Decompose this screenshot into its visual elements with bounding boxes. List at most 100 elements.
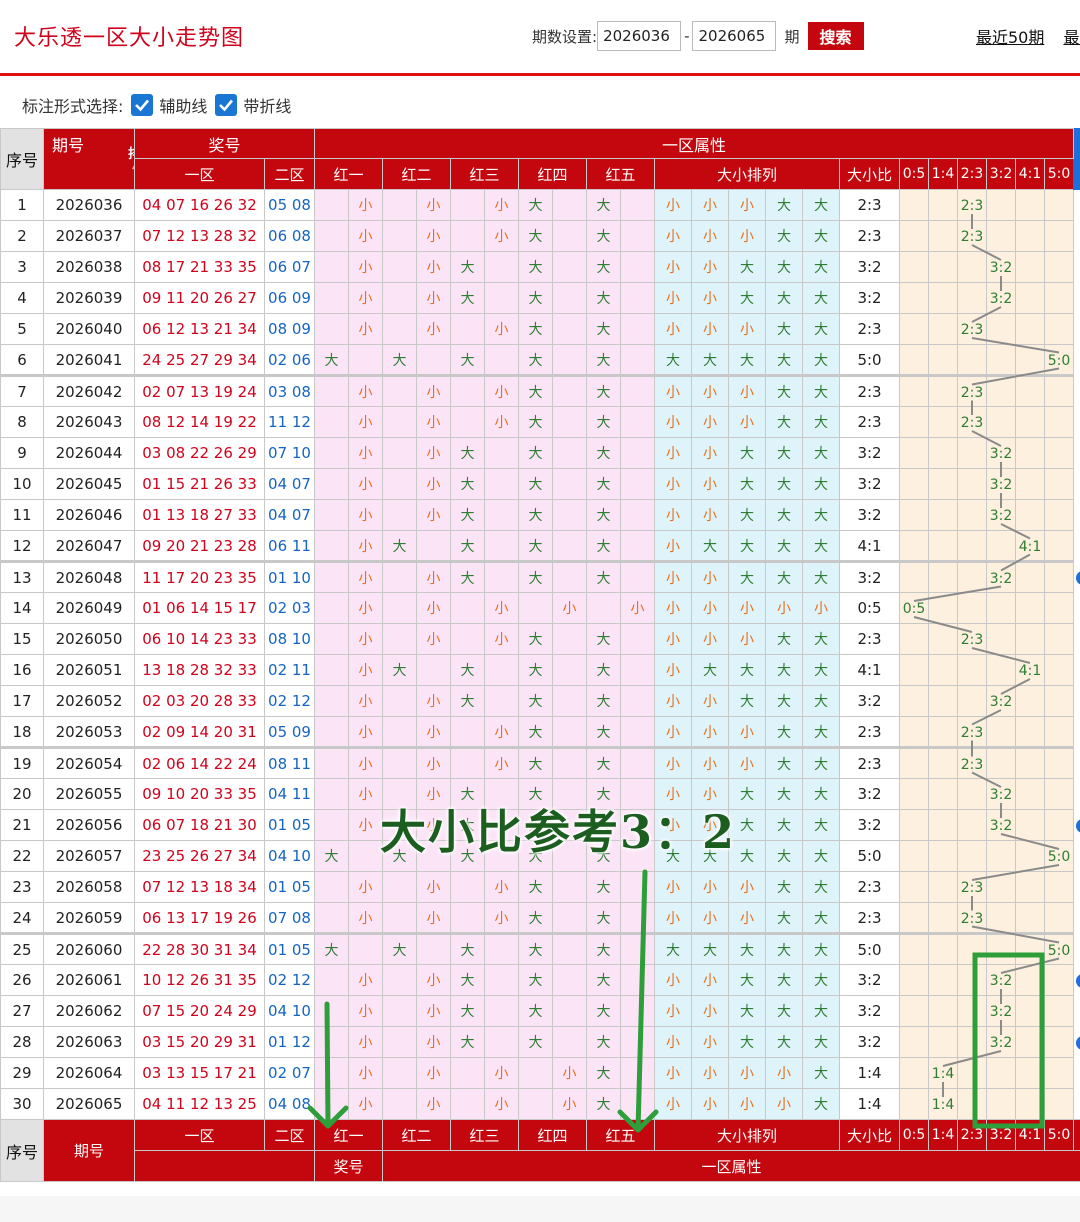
fold-line-label[interactable]: 带折线 (243, 93, 291, 117)
red-4-blank (552, 685, 588, 717)
red-3-small: 小 (484, 871, 520, 903)
red-1-small: 小 (348, 778, 384, 810)
arrange-cell: 小 (691, 251, 730, 283)
ratio-cell (899, 840, 930, 872)
row-zone1: 02 03 20 28 33 (134, 685, 265, 717)
red-3-blank (484, 251, 520, 283)
red-3-small: 小 (484, 747, 520, 779)
ratio-cell (957, 778, 988, 810)
arrange-cell: 小 (691, 282, 730, 314)
row-issue: 2026041 (43, 344, 135, 377)
row-zone2: 08 11 (263, 747, 316, 779)
table-row: 8 2026043 08 12 14 19 22 11 12 小小小大大小小小大大 2:3… (0, 406, 1080, 438)
recent-50-link[interactable]: 最近50期 (976, 28, 1044, 47)
attr-header: 一区属性 (314, 128, 1075, 159)
annotation-text: 大小比参考3：2 (380, 805, 737, 859)
table-row: 30 2026065 04 11 12 13 25 04 08 小小小小大小小小小大 1:… (0, 1088, 1080, 1120)
arrange-cell: 小 (654, 313, 693, 345)
red-3-small: 小 (484, 313, 520, 345)
red-3-blank (450, 716, 486, 749)
serial-header: 序号 (0, 128, 44, 190)
red-1-big: 大 (314, 933, 350, 965)
start-period-input[interactable] (597, 21, 682, 51)
checkbox-checked-icon[interactable] (215, 94, 238, 116)
row-ratio: 3:2 (839, 499, 901, 531)
red-4-big: 大 (518, 995, 554, 1027)
red-4-blank (552, 499, 588, 531)
aux-line-label[interactable]: 辅助线 (159, 93, 207, 117)
arrange-cell: 大 (765, 716, 804, 749)
red-5-big: 大 (586, 1088, 622, 1120)
row-ratio: 1:4 (839, 1057, 901, 1089)
arrange-cell: 大 (765, 654, 804, 686)
ratio-cell (899, 561, 930, 593)
red-1-small: 小 (348, 561, 384, 593)
red-2-blank (382, 220, 418, 252)
row-ratio: 3:2 (839, 561, 901, 593)
arrange-cell: 大 (765, 964, 804, 996)
row-zone2: 02 07 (263, 1057, 316, 1089)
arrange-cell: 大 (765, 530, 804, 563)
row-serial: 24 (0, 902, 44, 935)
ratio-cell (1044, 406, 1075, 438)
row-serial: 21 (0, 809, 44, 841)
ratio-marker: 3:2 (986, 995, 1017, 1027)
arrange-cell: 大 (802, 1057, 841, 1089)
red-3-small: 小 (484, 375, 520, 407)
ratio-cell (1015, 995, 1046, 1027)
red-3-blank (450, 871, 486, 903)
end-period-input[interactable] (692, 21, 777, 51)
ratio-marker: 3:2 (986, 251, 1017, 283)
red-1-small: 小 (348, 406, 384, 438)
ratio-cell (899, 406, 930, 438)
row-ratio: 5:0 (839, 344, 901, 377)
arrange-cell: 大 (802, 282, 841, 314)
row-zone1: 01 06 14 15 17 (134, 592, 265, 624)
foot-edge (1073, 1119, 1080, 1151)
arrange-cell: 小 (691, 468, 730, 500)
ratio-cell (1044, 1057, 1075, 1089)
row-zone1: 02 06 14 22 24 (134, 747, 265, 779)
row-ratio: 3:2 (839, 685, 901, 717)
arrange-cell: 小 (765, 1057, 804, 1089)
ratio-cell (928, 964, 959, 996)
ratio-col-header: 1:4 (928, 158, 959, 190)
red-3-blank (484, 1026, 520, 1058)
red-5-blank (620, 933, 656, 965)
recent-more-link[interactable]: 最近 (1063, 28, 1080, 47)
foot-ratio-col: 2:3 (957, 1119, 988, 1151)
row-zone2: 11 12 (263, 406, 316, 438)
red-3-blank (484, 654, 520, 686)
edge-cell (1073, 251, 1080, 283)
ratio-cell (1044, 189, 1075, 221)
table-row: 28 2026063 03 15 20 29 31 01 12 小小大大大小小大大大 3:… (0, 1026, 1080, 1058)
red-5-big: 大 (586, 1057, 622, 1089)
ratio-cell (899, 1026, 930, 1058)
arrange-cell: 小 (654, 902, 693, 935)
row-serial: 3 (0, 251, 44, 283)
arrange-cell: 小 (654, 685, 693, 717)
ratio-cell (899, 654, 930, 686)
ratio-header: 大小比 (839, 158, 901, 190)
red-2-blank (382, 716, 418, 749)
arrange-cell: 小 (654, 220, 693, 252)
scroll-edge[interactable] (1073, 128, 1080, 190)
row-zone2: 04 10 (263, 840, 316, 872)
row-serial: 7 (0, 375, 44, 407)
search-button[interactable]: 搜索 (807, 22, 864, 50)
red-1-blank (314, 809, 350, 841)
red-2-blank (382, 1057, 418, 1089)
red-4-big: 大 (518, 1026, 554, 1058)
red-4-blank (552, 623, 588, 655)
row-zone1: 09 11 20 26 27 (134, 282, 265, 314)
arrange-cell: 小 (728, 747, 767, 779)
ratio-marker: 3:2 (986, 778, 1017, 810)
row-serial: 29 (0, 1057, 44, 1089)
issue-sort-header[interactable]: 期号 排序 ▲▼ (43, 128, 135, 190)
red-4-big: 大 (518, 313, 554, 345)
red-4-blank (552, 251, 588, 283)
checkbox-checked-icon[interactable] (131, 94, 154, 116)
red-2-small: 小 (416, 282, 452, 314)
red-4-blank (518, 1088, 554, 1120)
ratio-cell (957, 468, 988, 500)
